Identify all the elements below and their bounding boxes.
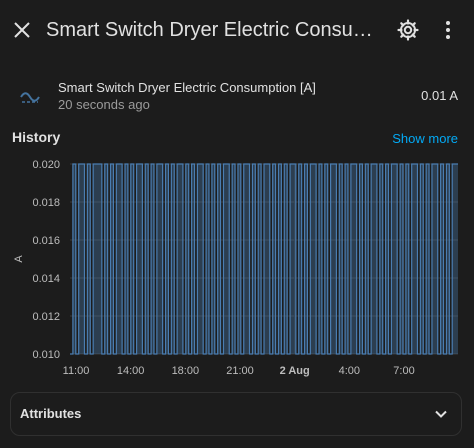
x-tick-label: 21:00 (226, 365, 254, 377)
x-tick-label: 18:00 (172, 365, 200, 377)
x-tick-label: 7:00 (393, 365, 414, 377)
history-chart: 0.020 0.018 0.016 0.014 0.012 0.010 A 11:00 14:0… (13, 159, 458, 377)
entity-state: 0.01 A (421, 88, 458, 103)
y-tick-label: 0.020 (32, 159, 60, 171)
last-changed: 20 seconds ago (58, 97, 150, 112)
gear-icon[interactable] (396, 18, 420, 42)
current-ac-icon (20, 92, 40, 103)
y-tick-label: 0.012 (32, 311, 60, 323)
dialog-title: Smart Switch Dryer Electric Consumption … (46, 19, 378, 41)
entity-row: Smart Switch Dryer Electric Consumption … (0, 74, 474, 120)
x-tick-label: 2 Aug (280, 365, 310, 377)
entity-name: Smart Switch Dryer Electric Consumption … (58, 80, 316, 95)
history-title: History (12, 129, 61, 145)
attributes-expander[interactable]: Attributes (10, 392, 462, 436)
y-axis-label: A (13, 255, 25, 263)
x-tick-label: 14:00 (117, 365, 145, 377)
dialog-header: Smart Switch Dryer Electric Consumption … (0, 0, 474, 60)
close-icon[interactable] (10, 18, 34, 42)
y-tick-label: 0.010 (32, 349, 60, 361)
series-line (70, 163, 458, 355)
dots-vertical-icon[interactable] (436, 18, 460, 42)
y-tick-label: 0.018 (32, 197, 60, 209)
y-tick-label: 0.016 (32, 235, 60, 247)
y-tick-label: 0.014 (32, 273, 60, 285)
x-tick-label: 4:00 (339, 365, 360, 377)
attributes-label: Attributes (20, 406, 82, 421)
x-tick-label: 11:00 (63, 365, 90, 377)
show-more-link[interactable]: Show more (392, 131, 458, 146)
chevron-down-icon (435, 410, 447, 418)
